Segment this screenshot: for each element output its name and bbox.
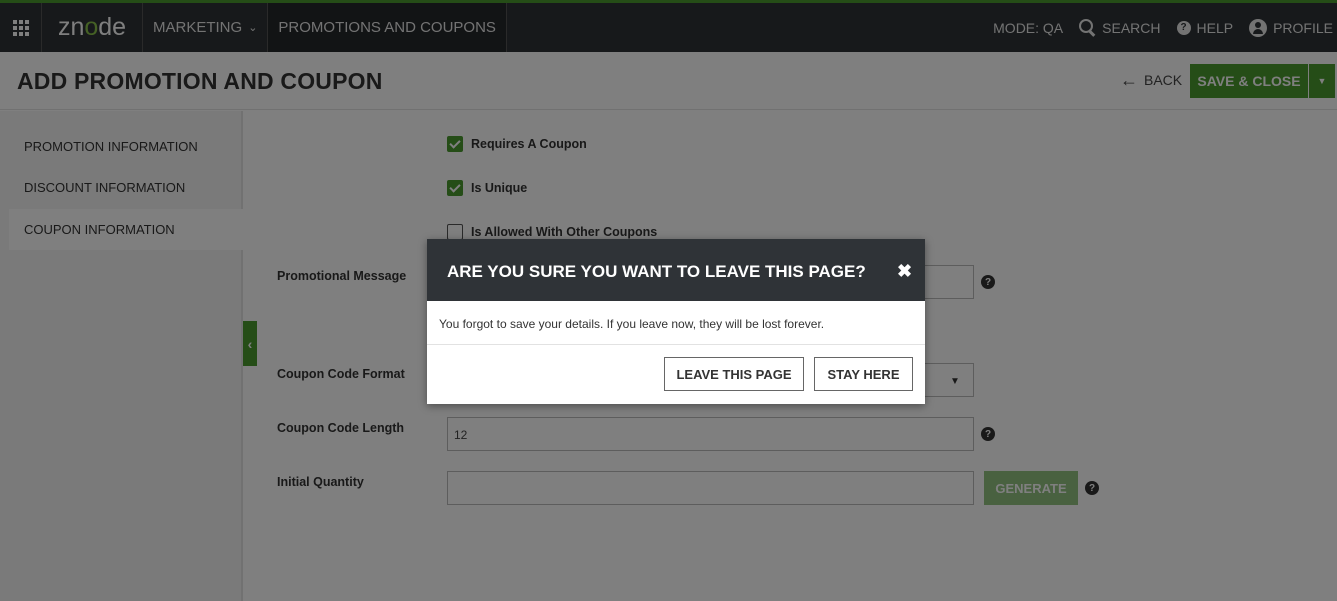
dialog-header: ARE YOU SURE YOU WANT TO LEAVE THIS PAGE…	[427, 239, 925, 301]
leave-this-page-button[interactable]: LEAVE THIS PAGE	[664, 357, 804, 391]
stay-here-button[interactable]: STAY HERE	[814, 357, 913, 391]
dialog-message: You forgot to save your details. If you …	[427, 301, 925, 345]
dialog-title: ARE YOU SURE YOU WANT TO LEAVE THIS PAGE…	[447, 262, 866, 281]
leave-page-dialog: ARE YOU SURE YOU WANT TO LEAVE THIS PAGE…	[427, 239, 925, 404]
close-icon[interactable]: ✖	[897, 261, 912, 282]
